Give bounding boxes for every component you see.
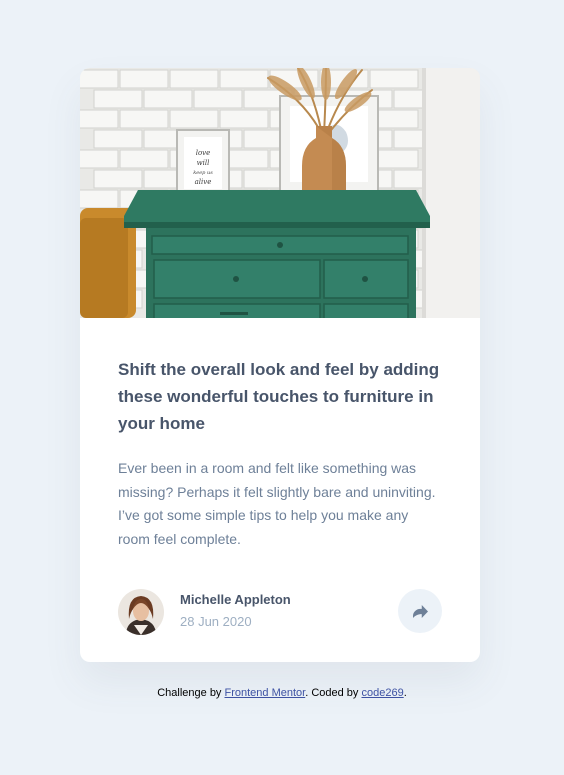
svg-text:love: love xyxy=(196,149,211,157)
frontend-mentor-link[interactable]: Frontend Mentor xyxy=(225,687,306,699)
article-content: Shift the overall look and feel by addin… xyxy=(80,318,480,551)
author-meta: Michelle Appleton 28 Jun 2020 xyxy=(180,591,291,633)
svg-text:alive: alive xyxy=(195,178,212,186)
author-avatar xyxy=(118,589,164,635)
coder-link[interactable]: code269 xyxy=(361,687,403,699)
drawers-image: love will keep us alive xyxy=(80,68,480,318)
share-icon xyxy=(412,604,428,618)
share-button[interactable] xyxy=(398,589,442,633)
article-headline: Shift the overall look and feel by addin… xyxy=(118,360,440,433)
attribution: Challenge by Frontend Mentor. Coded by c… xyxy=(0,687,564,699)
svg-text:will: will xyxy=(197,159,210,167)
article-card: love will keep us alive Shift the overal… xyxy=(80,68,480,662)
attribution-prefix: Challenge by xyxy=(157,687,225,699)
attribution-middle: . Coded by xyxy=(305,687,362,699)
publish-date: 28 Jun 2020 xyxy=(180,614,252,629)
attribution-suffix: . xyxy=(403,687,407,699)
author-name: Michelle Appleton xyxy=(180,592,291,607)
article-excerpt: Ever been in a room and felt like someth… xyxy=(118,460,436,547)
author-row: Michelle Appleton 28 Jun 2020 xyxy=(118,588,442,636)
svg-text:keep us: keep us xyxy=(193,170,213,176)
